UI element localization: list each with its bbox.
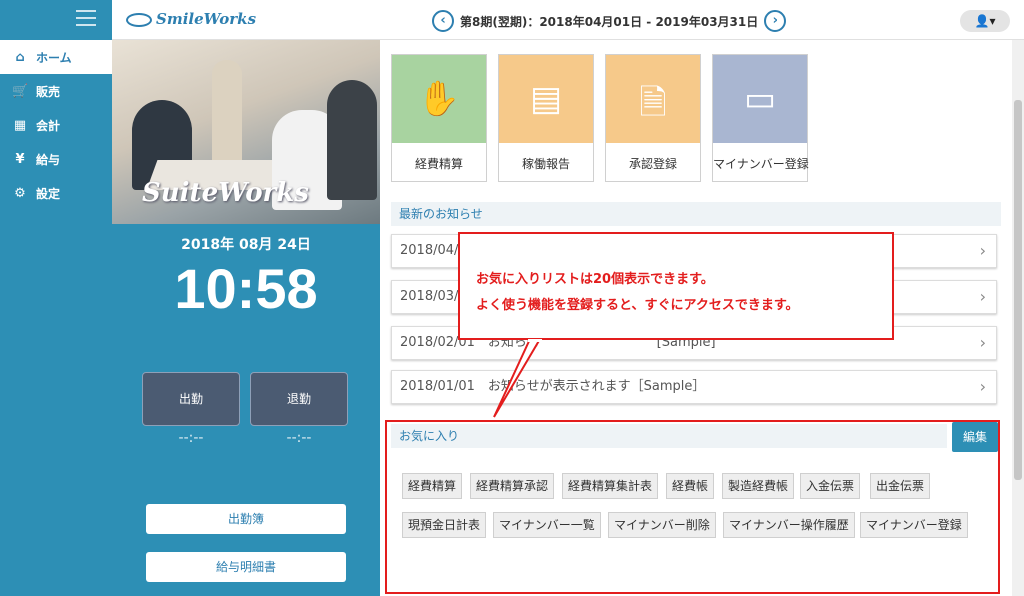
tile-label: 稼働報告 — [521, 157, 570, 171]
office-photo: SuiteWorks — [112, 40, 380, 224]
favorite-chip[interactable]: 経費帳 — [666, 473, 715, 499]
photo-logo: SuiteWorks — [142, 178, 309, 208]
favorite-chip[interactable]: 経費精算 — [402, 473, 463, 499]
tile-mynumber[interactable]: ▭ マイナンバー登録 — [712, 54, 809, 182]
news-heading: 最新のお知らせ — [391, 202, 1001, 226]
sidebar-item-payroll[interactable]: ¥ 給与 — [0, 142, 112, 176]
sidebar-item-label: ホーム — [36, 50, 72, 65]
chevron-left-icon[interactable]: ‹ — [432, 10, 454, 32]
current-date: 2018年 08月 24日 — [181, 237, 311, 253]
id-card-icon: ▭ — [743, 79, 777, 119]
payslip-button[interactable]: 給与明細書 — [146, 552, 346, 582]
callout-annotation: お気に入りリストは20個表示できます。 よく使う機能を登録すると、すぐにアクセス… — [458, 232, 894, 340]
period-nav: ‹ 第8期(翌期)：2018年04月01日 - 2019年03月31日 › — [432, 10, 787, 32]
sidebar-item-sales[interactable]: 🛒 販売 — [0, 74, 112, 108]
favorite-chip[interactable]: 出金伝票 — [870, 473, 931, 499]
sidebar-item-label: 販売 — [36, 84, 61, 99]
favorite-chip[interactable]: マイナンバー登録 — [860, 512, 968, 538]
favorite-chip[interactable]: 経費精算集計表 — [562, 473, 659, 499]
calculator-icon: ▦ — [13, 117, 27, 133]
tile-approval[interactable]: 🗎 承認登録 — [605, 54, 701, 182]
chevron-right-icon: › — [979, 333, 986, 352]
hand-coin-icon: ✋ — [417, 79, 461, 119]
sidebar-item-label: 給与 — [36, 152, 61, 167]
callout-line-1: お気に入りリストは20個表示できます。 — [476, 272, 714, 287]
favorite-chip[interactable]: マイナンバー操作履歴 — [723, 512, 855, 538]
current-time: 10:58 — [174, 257, 318, 320]
callout-line-2: よく使う機能を登録すると、すぐにアクセスできます。 — [476, 298, 799, 313]
tile-work-report[interactable]: ▤ 稼働報告 — [498, 54, 594, 182]
news-item-text: 2018/01/01 お知らせが表示されます［Sample］ — [400, 379, 706, 394]
sidebar-item-home[interactable]: ⌂ ホーム — [0, 40, 112, 74]
yen-bag-icon: ¥ — [15, 151, 25, 167]
clock-out-button[interactable]: 退勤 — [250, 372, 348, 426]
document-check-icon: 🗎 — [639, 83, 667, 123]
tile-expense[interactable]: ✋ 経費精算 — [391, 54, 487, 182]
sidebar: ⌂ ホーム 🛒 販売 ▦ 会計 ¥ 給与 ⚙ 設定 — [0, 40, 112, 596]
favorite-chip[interactable]: マイナンバー削除 — [608, 512, 716, 538]
chevron-right-icon[interactable]: › — [764, 10, 787, 32]
hamburger-icon[interactable] — [76, 10, 96, 26]
clock-in-button[interactable]: 出勤 — [142, 372, 240, 426]
tile-label: 経費精算 — [414, 157, 463, 171]
app-logo-text: SmileWorks — [156, 10, 257, 28]
chevron-down-icon: ▾ — [989, 14, 996, 28]
favorites-heading: お気に入り — [391, 424, 947, 448]
scrollbar-thumb[interactable] — [1014, 100, 1022, 480]
attendance-panel: SuiteWorks 2018年 08月 24日 10:58 出勤 退勤 --:… — [112, 40, 380, 596]
favorite-chip[interactable]: 入金伝票 — [800, 473, 861, 499]
news-item[interactable]: 2018/01/01 お知らせが表示されます［Sample］ › — [391, 370, 997, 404]
edit-favorites-button[interactable]: 編集 — [952, 422, 998, 452]
report-icon: ▤ — [529, 79, 563, 119]
news-item-text: 2018/03/ — [400, 289, 459, 304]
sidebar-item-label: 会計 — [36, 118, 61, 133]
user-menu-button[interactable]: 👤▾ — [960, 10, 1010, 32]
favorite-chip[interactable]: 経費精算承認 — [470, 473, 555, 499]
clock-out-time: --:-- — [286, 430, 312, 446]
favorite-chip[interactable]: 製造経費帳 — [722, 473, 795, 499]
clock-in-time: --:-- — [178, 430, 204, 446]
sidebar-item-label: 設定 — [36, 186, 61, 201]
tile-label: マイナンバー登録 — [713, 157, 809, 171]
favorite-chip[interactable]: マイナンバー一覧 — [493, 512, 601, 538]
logo-mark-icon — [126, 13, 152, 27]
period-label: 第8期(翌期)：2018年04月01日 - 2019年03月31日 — [460, 14, 759, 29]
chevron-right-icon: › — [979, 241, 986, 260]
gear-icon: ⚙ — [14, 185, 26, 201]
menu-strip — [0, 0, 112, 40]
chevron-right-icon: › — [979, 287, 986, 306]
news-item-text: 2018/04/ — [400, 243, 459, 258]
app-logo[interactable]: SmileWorks — [126, 10, 256, 28]
tile-label: 承認登録 — [628, 157, 677, 171]
cart-icon: 🛒 — [12, 83, 29, 99]
sidebar-item-settings[interactable]: ⚙ 設定 — [0, 176, 112, 210]
callout-pointer — [493, 339, 542, 418]
home-icon: ⌂ — [15, 49, 25, 65]
attendance-book-button[interactable]: 出勤簿 — [146, 504, 346, 534]
scrollbar[interactable] — [1012, 40, 1024, 596]
user-icon: 👤 — [974, 14, 990, 28]
sidebar-item-accounting[interactable]: ▦ 会計 — [0, 108, 112, 142]
favorite-chip[interactable]: 現預金日計表 — [402, 512, 487, 538]
top-bar: SmileWorks ‹ 第8期(翌期)：2018年04月01日 - 2019年… — [0, 0, 1024, 40]
chevron-right-icon: › — [979, 377, 986, 396]
